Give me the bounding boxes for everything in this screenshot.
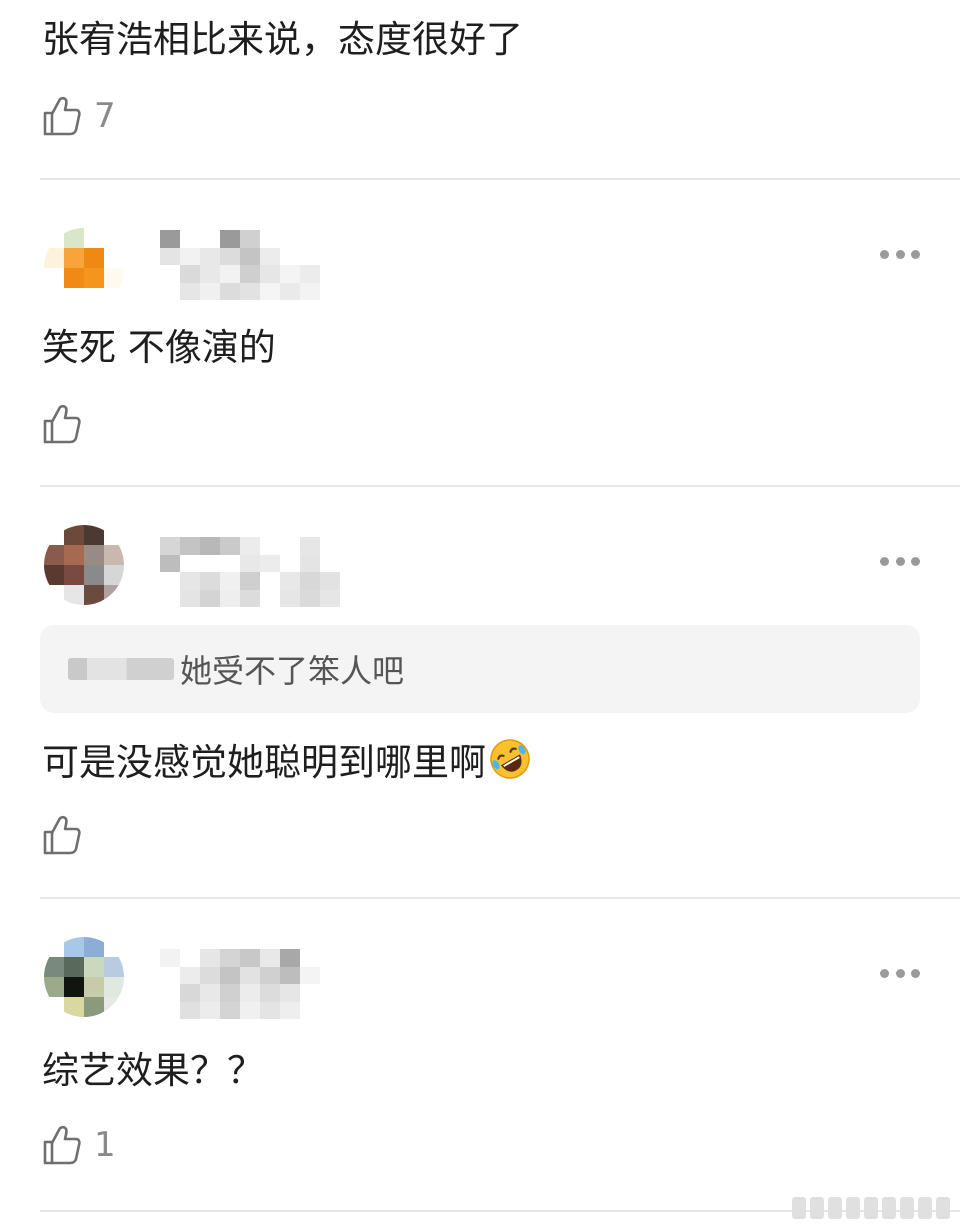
username-blurred[interactable] bbox=[160, 537, 360, 607]
comment-item: 综艺效果？？ 1 bbox=[0, 899, 960, 1219]
username-blurred[interactable] bbox=[160, 949, 360, 1019]
thumbs-up-icon bbox=[43, 1125, 81, 1165]
reply-quote[interactable]: 她受不了笨人吧 bbox=[40, 625, 920, 713]
comment-text: 综艺效果？？ bbox=[42, 1049, 264, 1092]
quote-text: 她受不了笨人吧 bbox=[180, 652, 405, 690]
comment-item: 笑死 不像演的 bbox=[0, 180, 960, 486]
like-button[interactable]: 7 bbox=[42, 94, 116, 138]
avatar[interactable] bbox=[44, 525, 124, 605]
comment-text: 可是没感觉她聪明到哪里啊 bbox=[42, 737, 532, 785]
username-blurred[interactable] bbox=[160, 230, 360, 300]
like-count: 7 bbox=[94, 96, 116, 136]
more-button[interactable] bbox=[880, 247, 920, 261]
like-button[interactable] bbox=[42, 402, 94, 446]
more-button[interactable] bbox=[880, 966, 920, 980]
comment-text-content: 可是没感觉她聪明到哪里啊 bbox=[42, 741, 486, 784]
watermark-blurred bbox=[792, 1197, 950, 1219]
comment-text: 张宥浩相比来说，态度很好了 bbox=[42, 18, 523, 61]
comment-item: 她受不了笨人吧 可是没感觉她聪明到哪里啊 bbox=[0, 487, 960, 897]
avatar[interactable] bbox=[44, 228, 124, 308]
like-count: 1 bbox=[94, 1125, 116, 1165]
thumbs-up-icon bbox=[43, 404, 81, 444]
thumbs-up-icon bbox=[43, 815, 81, 855]
quoted-username-blurred bbox=[68, 658, 174, 680]
comment-item: 张宥浩相比来说，态度很好了 7 bbox=[0, 0, 960, 180]
like-button[interactable] bbox=[42, 813, 94, 857]
rolling-on-floor-laughing-emoji bbox=[490, 739, 530, 779]
thumbs-up-icon bbox=[43, 96, 81, 136]
comment-text: 笑死 不像演的 bbox=[42, 326, 276, 369]
more-button[interactable] bbox=[880, 554, 920, 568]
avatar[interactable] bbox=[44, 937, 124, 1017]
like-button[interactable]: 1 bbox=[42, 1123, 116, 1167]
